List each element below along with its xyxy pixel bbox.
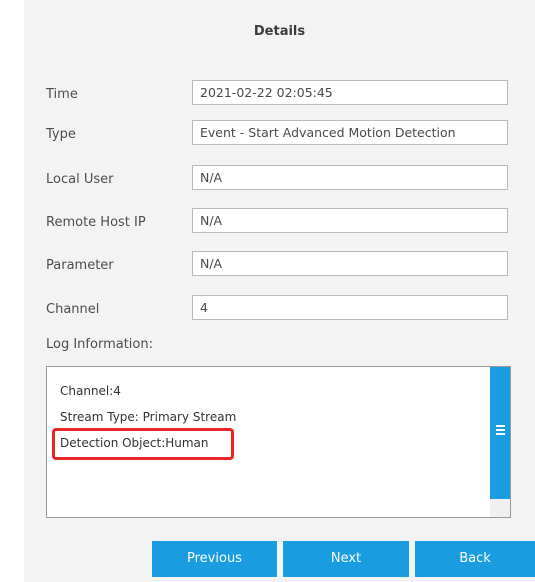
dialog-title: Details <box>253 24 306 39</box>
parameter-label: Parameter <box>46 258 114 273</box>
scrollbar-thumb[interactable] <box>490 367 510 499</box>
details-dialog: Details Time 2021-02-22 02:05:45 Type Ev… <box>24 0 535 582</box>
type-label: Type <box>46 127 76 142</box>
log-information-label: Log Information: <box>46 337 153 352</box>
previous-button[interactable]: Previous <box>152 541 277 577</box>
next-button[interactable]: Next <box>283 541 409 577</box>
parameter-field[interactable]: N/A <box>192 251 508 276</box>
time-label: Time <box>46 87 78 102</box>
log-line-stream-type: Stream Type: Primary Stream <box>60 410 237 424</box>
remote-host-ip-label: Remote Host IP <box>46 215 146 230</box>
back-button[interactable]: Back <box>415 541 535 577</box>
time-field[interactable]: 2021-02-22 02:05:45 <box>192 80 508 105</box>
log-information-box[interactable]: Channel:4 Stream Type: Primary Stream De… <box>46 366 511 518</box>
log-line-detection-object: Detection Object:Human <box>60 436 209 450</box>
channel-field[interactable]: 4 <box>192 295 508 320</box>
log-line-channel: Channel:4 <box>60 384 121 398</box>
local-user-label: Local User <box>46 172 114 187</box>
local-user-field[interactable]: N/A <box>192 165 508 190</box>
channel-label: Channel <box>46 302 100 317</box>
remote-host-ip-field[interactable]: N/A <box>192 208 508 233</box>
type-field[interactable]: Event - Start Advanced Motion Detection <box>192 120 508 145</box>
log-scrollbar[interactable] <box>490 367 510 517</box>
grip-icon <box>496 425 505 437</box>
